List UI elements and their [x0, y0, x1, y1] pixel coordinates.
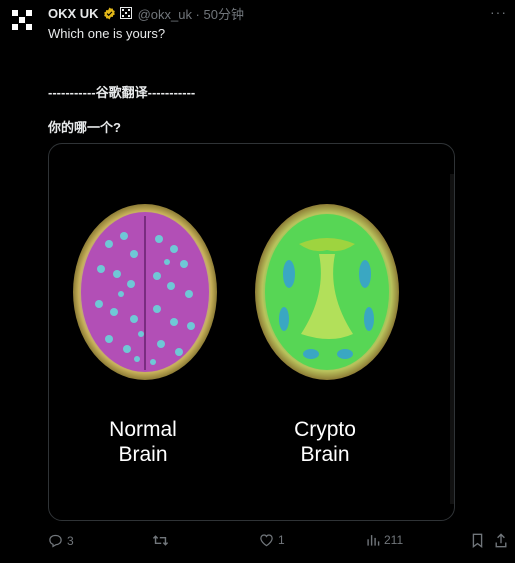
- normal-brain-label: Normal Brain: [109, 418, 177, 466]
- view-count: 211: [384, 533, 404, 547]
- share-icon: [495, 533, 507, 548]
- reply-icon: [49, 534, 62, 548]
- views-button[interactable]: 211: [366, 533, 403, 547]
- image-edge: [450, 174, 454, 504]
- normal-brain-image: [73, 204, 217, 380]
- views-icon: [367, 535, 380, 546]
- more-icon[interactable]: ···: [490, 4, 507, 20]
- tweet-image[interactable]: Normal Brain Crypto Brain: [48, 143, 455, 521]
- translate-divider: -----------谷歌翻译-----------: [48, 85, 196, 100]
- like-icon: [260, 534, 273, 547]
- crypto-brain-image: [255, 204, 399, 380]
- translated-text: 你的哪一个?: [48, 120, 121, 135]
- affiliate-icon[interactable]: [119, 7, 132, 19]
- retweet-button[interactable]: [152, 533, 173, 548]
- author-name[interactable]: OKX UK: [48, 6, 99, 21]
- handle-and-time[interactable]: @okx_uk · 50分钟: [138, 4, 244, 23]
- like-button[interactable]: 1: [259, 533, 285, 547]
- crypto-brain-label: Crypto Brain: [294, 418, 356, 466]
- bookmark-button[interactable]: [471, 533, 484, 548]
- okx-logo-icon: [8, 6, 36, 34]
- tweet-header: OKX UK @okx_uk · 50分钟: [48, 4, 244, 22]
- avatar[interactable]: [8, 6, 36, 34]
- share-button[interactable]: [494, 533, 508, 548]
- verified-badge-icon: [103, 7, 116, 20]
- tweet: OKX UK @okx_uk · 50分钟 ··· Which one is y…: [0, 0, 515, 563]
- retweet-icon: [152, 535, 169, 546]
- bookmark-icon: [472, 533, 483, 548]
- like-count: 1: [278, 533, 285, 547]
- reply-count: 3: [67, 533, 74, 548]
- reply-button[interactable]: 3: [48, 533, 74, 548]
- action-bar: 3 1 211: [48, 533, 508, 551]
- tweet-text: Which one is yours?: [48, 26, 166, 41]
